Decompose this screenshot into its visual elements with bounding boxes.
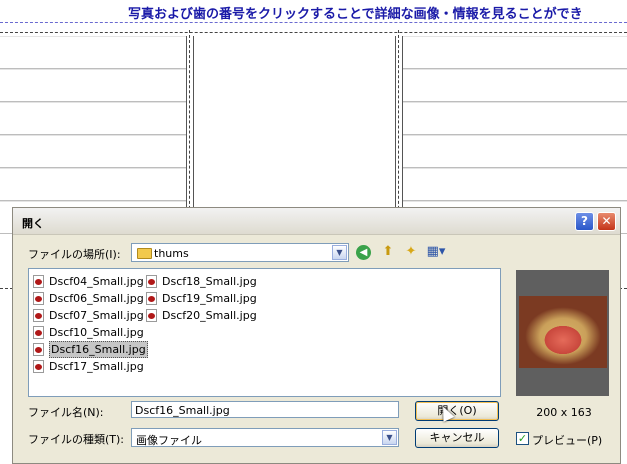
location-combo[interactable]: thums ▼ [131,243,349,262]
new-folder-icon[interactable]: ✦ [402,244,420,260]
image-file-icon [33,326,44,339]
image-file-icon [146,309,157,322]
cancel-button[interactable]: キャンセル [415,428,499,448]
file-list[interactable]: Dscf04_Small.jpg Dscf06_Small.jpg Dscf07… [28,268,501,397]
preview-image [519,296,607,368]
preview-dimensions: 200 x 163 [536,406,592,419]
page-header-text: 写真および歯の番号をクリックすることで詳細な画像・情報を見ることができ [128,7,583,22]
help-button[interactable]: ? [575,212,594,231]
view-menu-icon[interactable]: ▦▾ [425,244,447,260]
image-file-icon [33,360,44,373]
back-icon[interactable]: ◀ [356,245,371,260]
location-label: ファイルの場所(I): [28,248,121,261]
folder-icon [137,248,152,259]
chevron-down-icon[interactable]: ▼ [382,430,397,445]
open-button[interactable]: 開く(O) [415,401,499,421]
preview-checkbox[interactable]: ✓ [516,432,529,445]
image-file-icon [33,343,44,356]
up-folder-icon[interactable]: ⬆ [379,244,397,260]
filetype-value: 画像ファイル [136,434,202,447]
preview-pane [516,270,609,396]
preview-checkbox-label[interactable]: プレビュー(P) [532,432,602,448]
filename-input[interactable]: Dscf16_Small.jpg [131,401,399,418]
dialog-title: 開く [22,217,44,230]
image-file-icon [146,292,157,305]
open-file-dialog: 開く ? ✕ ファイルの場所(I): thums ▼ ◀ ⬆ ✦ ▦▾ Dscf… [12,207,621,464]
filename-value: Dscf16_Small.jpg [135,404,230,417]
image-file-icon [33,309,44,322]
location-value: thums [154,247,189,260]
dialog-titlebar[interactable]: 開く ? ✕ [13,208,620,235]
image-file-icon [33,292,44,305]
page-header: 写真および歯の番号をクリックすることで詳細な画像・情報を見ることができ [0,0,627,23]
image-file-icon [33,275,44,288]
close-button[interactable]: ✕ [597,212,616,231]
filetype-label: ファイルの種類(T): [28,433,125,446]
filetype-select[interactable]: 画像ファイル ▼ [131,428,399,447]
chevron-down-icon[interactable]: ▼ [332,245,347,260]
image-file-icon [146,275,157,288]
filename-label: ファイル名(N): [28,406,104,419]
